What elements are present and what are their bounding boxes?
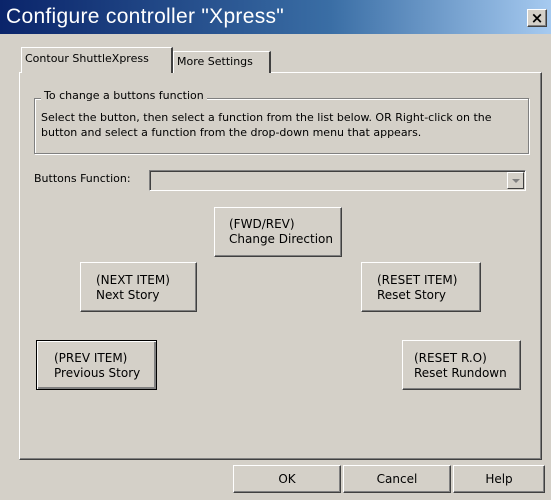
close-icon: × [530, 9, 544, 27]
next-item-desc: Next Story [96, 288, 160, 302]
reset-rundown-code: (RESET R.O) [414, 351, 487, 365]
title-bar[interactable]: Configure controller "Xpress" × [0, 0, 551, 34]
dropdown-arrow-icon[interactable] [507, 172, 524, 189]
prev-item-button[interactable]: (PREV ITEM) Previous Story [36, 340, 157, 390]
reset-item-code: (RESET ITEM) [377, 273, 458, 287]
buttons-function-label: Buttons Function: [34, 172, 131, 185]
window-title: Configure controller "Xpress" [6, 5, 285, 28]
tab-more-settings[interactable]: More Settings [173, 51, 271, 73]
prev-item-desc: Previous Story [54, 366, 141, 380]
buttons-function-select[interactable] [149, 170, 526, 191]
ok-button[interactable]: OK [233, 465, 341, 493]
close-button[interactable]: × [527, 9, 547, 27]
instructions-text: Select the button, then select a functio… [41, 111, 492, 139]
prev-item-code: (PREV ITEM) [54, 351, 128, 365]
cancel-button[interactable]: Cancel [343, 465, 451, 493]
help-button[interactable]: Help [453, 465, 545, 493]
next-item-button[interactable]: (NEXT ITEM) Next Story [80, 262, 197, 312]
next-item-code: (NEXT ITEM) [96, 273, 170, 287]
group-legend: To change a buttons function [41, 89, 207, 102]
tab-contour-shuttlexpress[interactable]: Contour ShuttleXpress [21, 47, 173, 76]
reset-rundown-desc: Reset Rundown [414, 366, 507, 380]
fwd-rev-code: (FWD/REV) [229, 217, 295, 231]
reset-rundown-button[interactable]: (RESET R.O) Reset Rundown [402, 340, 521, 390]
fwd-rev-button[interactable]: (FWD/REV) Change Direction [214, 207, 342, 257]
fwd-rev-desc: Change Direction [229, 232, 333, 246]
reset-item-desc: Reset Story [377, 288, 447, 302]
reset-item-button[interactable]: (RESET ITEM) Reset Story [361, 262, 481, 312]
